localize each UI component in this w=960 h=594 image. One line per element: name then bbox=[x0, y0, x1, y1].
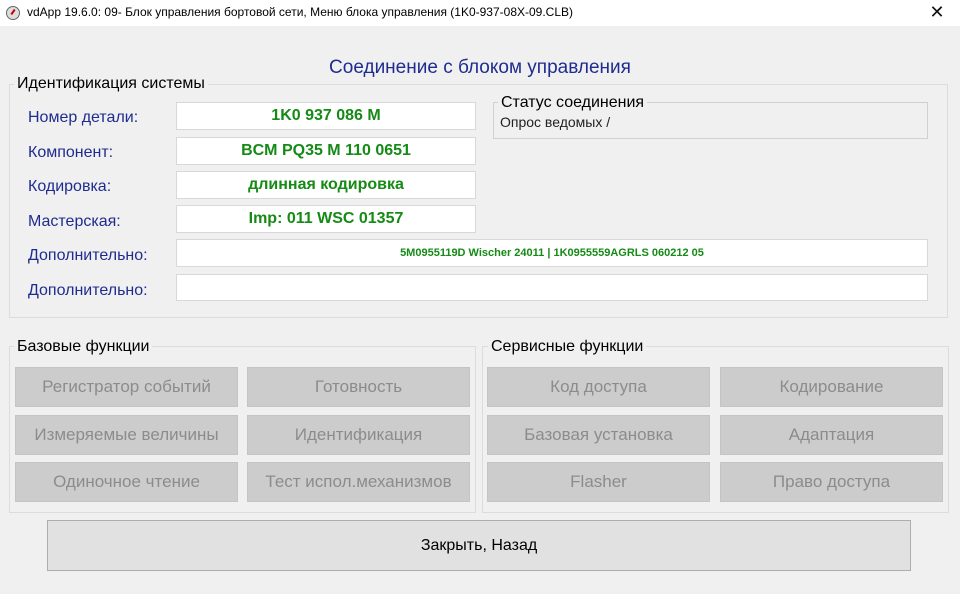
component-label: Компонент: bbox=[28, 144, 114, 161]
coding-value: длинная кодировка bbox=[176, 171, 476, 199]
measured-values-button[interactable]: Измеряемые величины bbox=[15, 415, 238, 455]
part-number-label: Номер детали: bbox=[28, 109, 139, 126]
identification-group-label: Идентификация системы bbox=[14, 75, 208, 93]
readiness-button[interactable]: Готовность bbox=[247, 367, 470, 407]
additional-value-1: 5M0955119D Wischer 24011 | 1K0955559AGRL… bbox=[176, 239, 928, 267]
connection-status-text: Опрос ведомых / bbox=[500, 114, 611, 130]
single-read-button[interactable]: Одиночное чтение bbox=[15, 462, 238, 502]
identification-button[interactable]: Идентификация bbox=[247, 415, 470, 455]
service-functions-label: Сервисные функции bbox=[488, 338, 647, 356]
access-rights-button[interactable]: Право доступа bbox=[720, 462, 943, 502]
actuator-test-button[interactable]: Тест испол.механизмов bbox=[247, 462, 470, 502]
coding-button[interactable]: Кодирование bbox=[720, 367, 943, 407]
coding-label: Кодировка: bbox=[28, 178, 112, 195]
close-back-button[interactable]: Закрыть, Назад bbox=[47, 520, 911, 571]
window-title-text: vdApp 19.6.0: 09- Блок управления бортов… bbox=[27, 5, 574, 19]
component-value: BCM PQ35 M 110 0651 bbox=[176, 137, 476, 165]
adaptation-button[interactable]: Адаптация bbox=[720, 415, 943, 455]
basic-functions-label: Базовые функции bbox=[14, 338, 153, 356]
workshop-label: Мастерская: bbox=[28, 213, 121, 230]
access-code-button[interactable]: Код доступа bbox=[487, 367, 710, 407]
flasher-button[interactable]: Flasher bbox=[487, 462, 710, 502]
close-icon[interactable]: ✕ bbox=[914, 0, 960, 26]
workshop-value: Imp: 011 WSC 01357 bbox=[176, 205, 476, 233]
part-number-value: 1K0 937 086 M bbox=[176, 102, 476, 130]
connection-status-label: Статус соединения bbox=[498, 94, 648, 112]
title-bar: vdApp 19.6.0: 09- Блок управления бортов… bbox=[0, 0, 960, 26]
gauge-icon bbox=[6, 6, 20, 20]
additional-value-2 bbox=[176, 274, 928, 301]
additional-label-1: Дополнительно: bbox=[28, 247, 148, 264]
additional-label-2: Дополнительно: bbox=[28, 282, 148, 299]
event-log-button[interactable]: Регистратор событий bbox=[15, 367, 238, 407]
basic-settings-button[interactable]: Базовая установка bbox=[487, 415, 710, 455]
